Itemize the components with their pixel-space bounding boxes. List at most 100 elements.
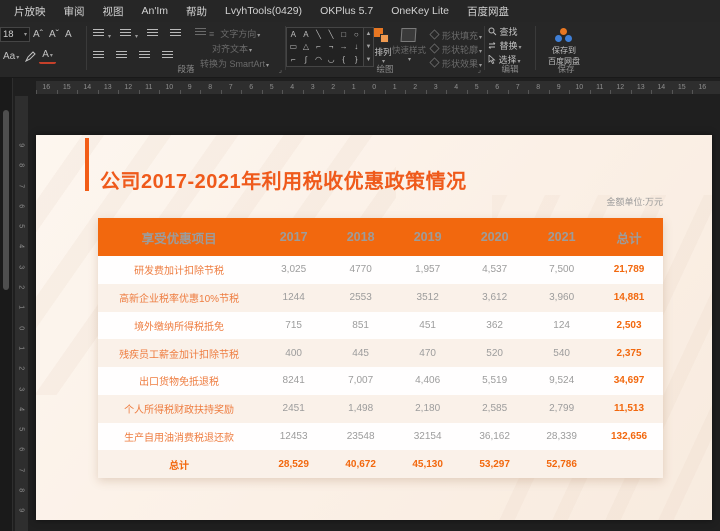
menu-item[interactable]: OKPlus 5.7 xyxy=(320,5,373,17)
ruler-tick: 0 xyxy=(364,81,385,94)
value-cell: 3512 xyxy=(416,292,439,304)
menu-item[interactable]: 帮助 xyxy=(186,4,207,19)
paragraph-group-label: 段落 xyxy=(177,64,195,74)
clear-format-button[interactable]: A xyxy=(62,28,75,41)
shrink-font-button[interactable]: Aˇ xyxy=(46,28,62,41)
value-cell: 7,007 xyxy=(348,375,374,387)
ruler-tick: 5 xyxy=(18,224,26,229)
menu-bar: 片放映 审阅 视图 An'Im 帮助 LvyhTools(0429) OKPlus 5.7 O… xyxy=(0,0,720,22)
shape-icon[interactable]: ○ xyxy=(350,28,363,41)
header-cell: 享受优惠项目 xyxy=(141,231,217,246)
shape-icon[interactable]: △ xyxy=(300,41,313,54)
row-label-cell: 个人所得税财政扶持奖励 xyxy=(124,405,235,417)
align-right-button[interactable] xyxy=(133,50,156,64)
shape-icon[interactable]: ⌐ xyxy=(312,41,325,54)
ruler-tick: 7 xyxy=(18,467,26,472)
scroll-down-icon[interactable]: ▼ xyxy=(364,41,373,54)
menu-item[interactable]: 百度网盘 xyxy=(467,4,509,19)
table-row[interactable]: 总计 28,529 40,672 45,130 53,297 52,786 xyxy=(98,450,663,478)
font-color-button[interactable]: A▾ xyxy=(39,49,56,64)
table-row[interactable]: 研发费加计扣除节税 3,025 4770 1,957 4,537 7,500 21,789 xyxy=(98,256,663,284)
menu-item[interactable]: An'Im xyxy=(142,5,169,17)
shape-icon[interactable]: ↓ xyxy=(350,41,363,54)
shape-gallery-shapes[interactable]: A A ╲ ╲ □ ○ ▭ △ ⌐ ¬ → ↓ ⌐ ∫ ◠ ◡{} xyxy=(286,27,364,67)
shape-outline-button[interactable]: 形状轮廓▾ xyxy=(426,42,485,57)
decrease-indent-button[interactable] xyxy=(141,28,164,42)
table-row[interactable]: 残疾员工薪金加计扣除节税 400 445 470 520 540 2,375 xyxy=(98,339,663,367)
ruler-tick: 2 xyxy=(18,285,26,290)
shape-icon[interactable]: A xyxy=(287,28,300,41)
shape-icon[interactable]: ¬ xyxy=(325,41,338,54)
slide-canvas[interactable]: 公司2017-2021年利用税收优惠政策情况 金额单位:万元 享受优惠项目 201… xyxy=(36,135,712,520)
ruler-tick: 16 xyxy=(692,81,713,94)
find-button[interactable]: 查找 xyxy=(485,24,521,39)
ruler-tick: 10 xyxy=(569,81,590,94)
shape-icon[interactable]: □ xyxy=(337,28,350,41)
numbered-list-icon xyxy=(120,28,132,38)
row-label-cell: 生产自用油消费税退还款 xyxy=(124,432,235,444)
ruler-tick: 10 xyxy=(159,81,180,94)
ruler-tick: 13 xyxy=(630,81,651,94)
align-left-button[interactable] xyxy=(87,50,110,64)
replace-button[interactable]: 替换▾ xyxy=(485,38,525,53)
table-row[interactable]: 境外缴纳所得税抵免 715 851 451 362 124 2,503 xyxy=(98,311,663,340)
ruler-tick: 16 xyxy=(36,81,57,94)
font-size-combo[interactable]: 18 ▾ xyxy=(0,27,30,42)
dialog-launcher-icon[interactable]: ⌟ xyxy=(478,66,481,74)
scroll-up-icon[interactable]: ▲ xyxy=(364,28,373,41)
highlight-pen-button[interactable] xyxy=(22,50,39,63)
save-to-baidu-button[interactable]: 保存到 百度网盘 xyxy=(536,28,592,67)
value-cell: 53,297 xyxy=(479,458,510,470)
unit-note[interactable]: 金额单位:万元 xyxy=(606,195,663,208)
menu-item[interactable]: LvyhTools(0429) xyxy=(225,5,302,17)
thumbnail-scrollbar[interactable] xyxy=(3,110,9,290)
shape-icon[interactable]: ▭ xyxy=(287,41,300,54)
menu-item[interactable]: 审阅 xyxy=(64,4,85,19)
menu-item[interactable]: 片放映 xyxy=(14,4,46,19)
align-text-button[interactable]: 对齐文本▾ xyxy=(209,41,255,56)
ruler-tick: 11 xyxy=(589,81,610,94)
paragraph-group: ▾ ▾ ≡ 文字方向▾ 对齐文本▾ 转换为 SmartArt▾ 段落 ⌟ xyxy=(87,22,285,77)
text-direction-button[interactable]: 文字方向▾ xyxy=(217,26,263,41)
ruler-tick: 11 xyxy=(138,81,159,94)
table-row[interactable]: 出口货物免抵退税 8241 7,007 4,406 5,519 9,524 34,697 xyxy=(98,367,663,395)
line-spacing-button[interactable]: ≡ xyxy=(189,27,217,40)
dialog-launcher-icon[interactable]: ⌟ xyxy=(279,66,282,74)
ruler-tick: 1 xyxy=(343,81,364,94)
header-cell: 总计 xyxy=(616,231,642,246)
search-icon xyxy=(488,27,497,35)
increase-indent-button[interactable] xyxy=(164,28,187,42)
arrange-icon xyxy=(374,28,391,44)
table-row[interactable]: 生产自用油消费税退还款 12453 23548 32154 36,162 28,339 13… xyxy=(98,422,663,451)
justify-button[interactable] xyxy=(156,50,179,64)
header-cell: 2021 xyxy=(547,230,576,244)
row-label-cell: 研发费加计扣除节税 xyxy=(134,266,225,278)
menu-item[interactable]: OneKey Lite xyxy=(391,5,449,17)
table-header-row: 享受优惠项目 2017 2018 2019 2020 2021 总计 xyxy=(98,218,663,256)
value-cell: 2,375 xyxy=(616,347,642,359)
value-cell: 23548 xyxy=(346,430,375,442)
benefits-table[interactable]: 享受优惠项目 2017 2018 2019 2020 2021 总计 研发费加计扣除节税 3,… xyxy=(98,218,663,478)
shape-fill-button[interactable]: 形状填充▾ xyxy=(426,28,485,43)
table-row[interactable]: 高新企业税率优惠10%节税 1244 2553 3512 3,612 3,960 14,88… xyxy=(98,283,663,312)
numbering-button[interactable]: ▾ xyxy=(114,28,141,42)
grow-font-button[interactable]: Aˆ xyxy=(30,28,46,41)
shape-icon[interactable]: A xyxy=(300,28,313,41)
slide-title[interactable]: 公司2017-2021年利用税收优惠政策情况 xyxy=(100,165,467,194)
bullets-button[interactable]: ▾ xyxy=(87,28,114,42)
shape-icon[interactable]: ╲ xyxy=(312,28,325,41)
value-cell: 4,537 xyxy=(482,264,508,276)
shape-icon[interactable]: ╲ xyxy=(325,28,338,41)
value-cell: 520 xyxy=(486,347,503,359)
shape-gallery-scrollbar[interactable]: ▲ ▼ ▼ xyxy=(364,27,374,67)
shape-icon[interactable]: → xyxy=(337,41,350,54)
ruler-tick: 12 xyxy=(118,81,139,94)
value-cell: 2,503 xyxy=(616,319,642,331)
menu-item[interactable]: 视图 xyxy=(103,4,124,19)
table-row[interactable]: 个人所得税财政扶持奖励 2451 1,498 2,180 2,585 2,799 11,51… xyxy=(98,394,663,423)
ruler-tick: 2 xyxy=(405,81,426,94)
value-cell: 1,498 xyxy=(348,403,374,415)
align-center-button[interactable] xyxy=(110,50,133,64)
change-case-button[interactable]: Aa▾ xyxy=(0,50,22,63)
value-cell: 7,500 xyxy=(549,264,575,276)
